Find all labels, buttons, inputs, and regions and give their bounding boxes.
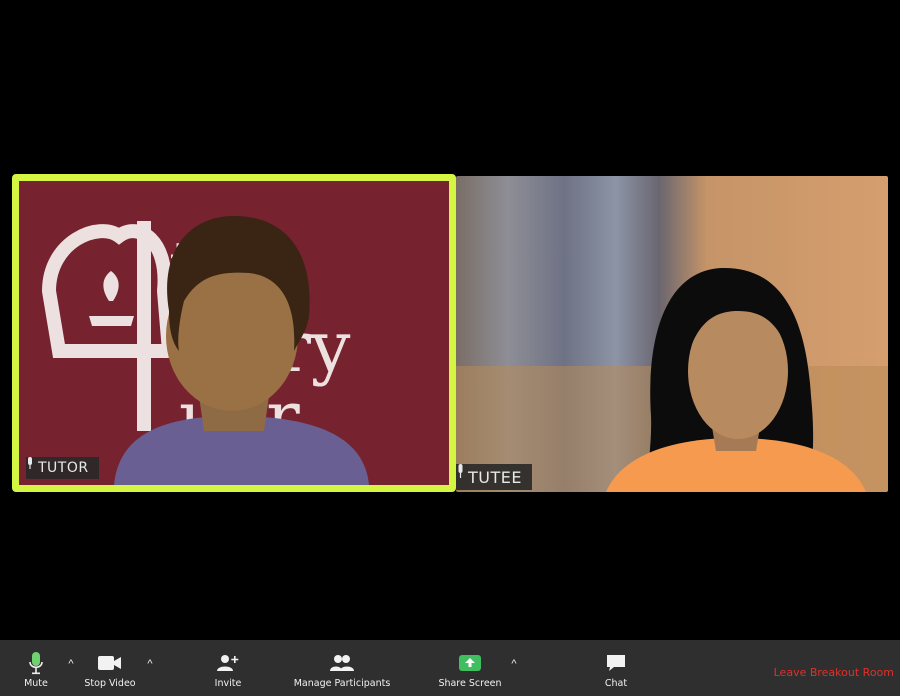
leave-breakout-room-button[interactable]: Leave Breakout Room — [774, 666, 894, 679]
share-screen-label: Share Screen — [438, 678, 502, 689]
invite-label: Invite — [214, 678, 242, 689]
share-screen-button[interactable]: Share Screen — [438, 640, 502, 696]
participant-name-tag-tutor: TUTOR — [26, 457, 99, 479]
invite-button[interactable]: Invite — [210, 640, 246, 696]
video-camera-icon — [98, 650, 122, 676]
mute-button[interactable]: Mute — [20, 640, 52, 696]
manage-participants-label: Manage Participants — [293, 678, 391, 689]
meeting-toolbar: Mute ^ Stop Video ^ Invite Manage Partic… — [0, 640, 900, 696]
manage-participants-button[interactable]: Manage Participants — [293, 640, 391, 696]
add-person-icon — [217, 650, 239, 676]
chat-label: Chat — [604, 678, 628, 689]
stop-video-button[interactable]: Stop Video — [82, 640, 138, 696]
share-options-chevron-up-icon[interactable]: ^ — [508, 658, 520, 670]
video-tile-tutor[interactable]: the rry uor TUTOR — [12, 174, 456, 492]
stop-video-label: Stop Video — [84, 678, 136, 689]
tutor-video-feed: the rry uor — [41, 216, 369, 485]
chat-bubble-icon — [606, 650, 626, 676]
chat-button[interactable]: Chat — [600, 640, 632, 696]
mute-label: Mute — [24, 678, 48, 689]
tutee-video-feed — [456, 267, 888, 492]
participant-name-tag-tutee: TUTEE — [456, 464, 532, 490]
share-screen-icon — [459, 650, 481, 676]
video-options-chevron-up-icon[interactable]: ^ — [144, 658, 156, 670]
participant-name: TUTOR — [38, 460, 89, 476]
people-icon — [330, 650, 354, 676]
participant-name: TUTEE — [468, 467, 522, 487]
microphone-icon — [29, 650, 43, 676]
audio-options-chevron-up-icon[interactable]: ^ — [65, 658, 77, 670]
video-tile-tutee[interactable]: TUTEE — [456, 176, 888, 492]
